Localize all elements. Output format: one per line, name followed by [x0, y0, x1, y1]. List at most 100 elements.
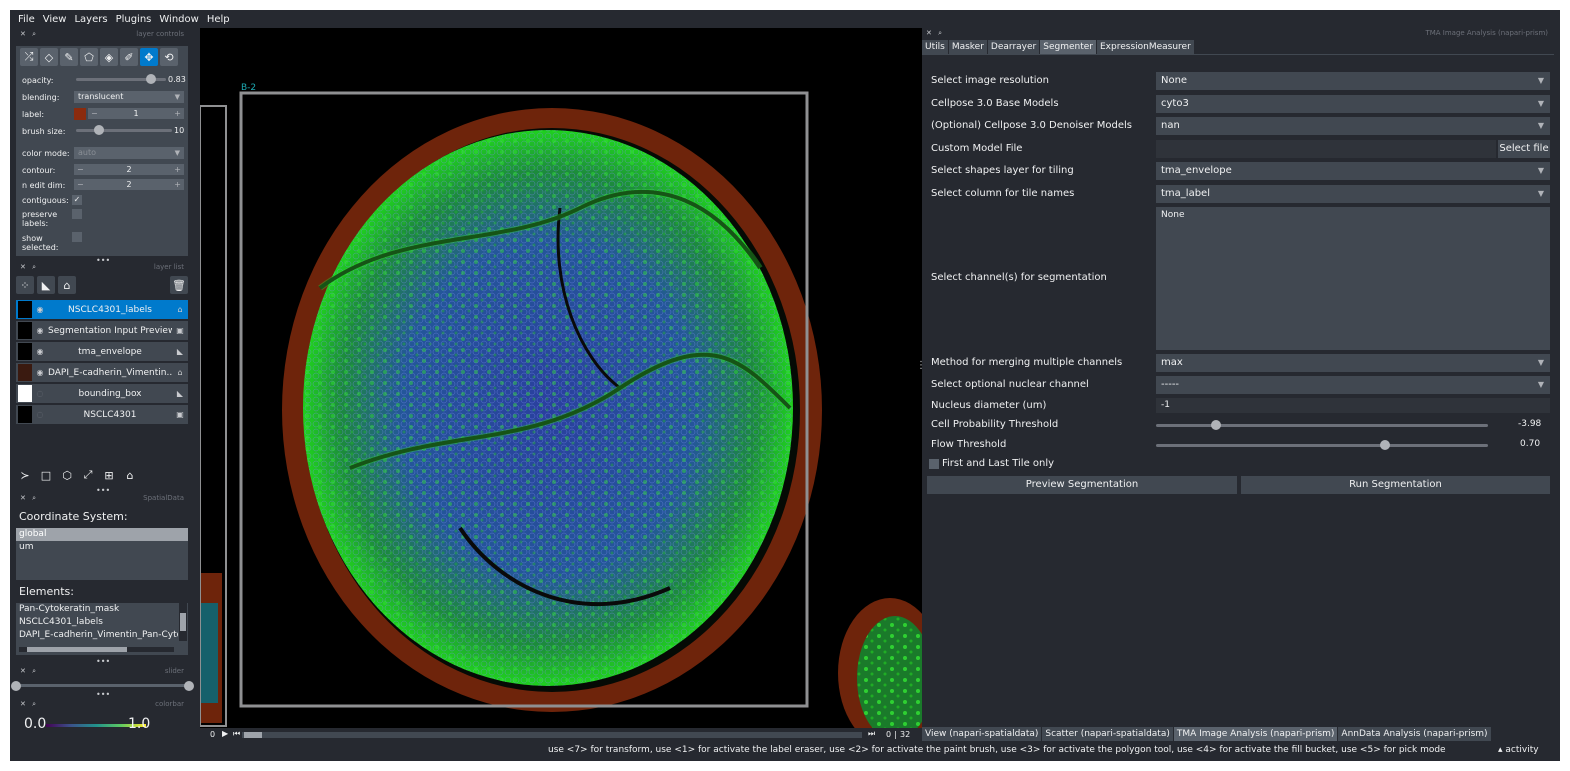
eye-icon[interactable]: ◉	[32, 305, 48, 314]
contour-spinbox[interactable]: − 2 +	[74, 164, 184, 175]
tab-masker[interactable]: Masker	[948, 40, 987, 54]
menu-help[interactable]: Help	[203, 14, 234, 25]
new-labels-icon[interactable]: ⌂	[58, 276, 76, 294]
h-scrollbar-thumb[interactable]	[27, 647, 127, 652]
delete-layer-icon[interactable]: 🗑	[170, 276, 188, 294]
roll-icon[interactable]: ⬡	[58, 466, 76, 484]
menu-layers[interactable]: Layers	[70, 14, 111, 25]
step-forward-icon[interactable]: ⏭	[868, 729, 875, 739]
eye-icon[interactable]: ◉	[32, 347, 48, 356]
play-icon[interactable]: ▶	[222, 729, 228, 738]
show-selected-checkbox[interactable]	[72, 232, 82, 242]
layer-item[interactable]: ◌ NSCLC4301 ▣	[16, 405, 188, 424]
menu-file[interactable]: File	[14, 14, 39, 25]
new-shapes-icon[interactable]: ◣	[37, 276, 55, 294]
new-points-icon[interactable]: ⁘	[16, 276, 34, 294]
tab-segmenter[interactable]: Segmenter	[1040, 40, 1096, 54]
menu-view[interactable]: View	[39, 14, 71, 25]
list-item[interactable]: global	[16, 528, 188, 541]
diameter-input[interactable]: -1	[1156, 398, 1550, 413]
polygon-icon[interactable]: ⬠	[80, 48, 98, 66]
shapes-layer-select[interactable]: tma_envelope ▼	[1156, 162, 1550, 180]
nuclear-select[interactable]: ----- ▼	[1156, 376, 1550, 394]
range-slider[interactable]	[16, 684, 188, 687]
plus-icon[interactable]: +	[174, 108, 181, 119]
custom-model-input[interactable]	[1156, 140, 1496, 158]
dims-slider-handle[interactable]	[244, 732, 262, 738]
flow-slider-handle[interactable]	[1380, 440, 1391, 450]
eye-off-icon[interactable]: ◌	[32, 410, 48, 419]
dock-float-icon[interactable]: ✕ ⌕	[20, 700, 38, 709]
dock-float-icon[interactable]: ✕ ⌕	[20, 667, 38, 676]
dock-float-icon[interactable]: ✕ ⌕	[20, 30, 38, 39]
range-slider-max-handle[interactable]	[184, 681, 194, 691]
cellprob-slider[interactable]	[1156, 424, 1488, 427]
list-item[interactable]: um	[16, 541, 188, 554]
dims-slider-track[interactable]	[242, 732, 862, 738]
tab-view-spatialdata[interactable]: View (napari-spatialdata)	[922, 727, 1042, 741]
tab-utils[interactable]: Utils	[922, 40, 948, 54]
picker-icon[interactable]: ✐	[120, 48, 138, 66]
dock-splitter-handle[interactable]: •••	[96, 690, 110, 699]
eye-off-icon[interactable]: ◌	[32, 389, 48, 398]
layer-item[interactable]: ◉ DAPI_E-cadherin_Vimentin... ⌂	[16, 363, 188, 382]
tab-tma-image-analysis[interactable]: TMA Image Analysis (napari-prism)	[1173, 727, 1338, 741]
color-mode-select[interactable]: auto ▼	[74, 147, 184, 159]
opacity-slider-handle[interactable]	[145, 74, 156, 84]
plus-icon[interactable]: +	[174, 164, 181, 175]
layer-item[interactable]: ◉ Segmentation Input Preview ▣	[16, 321, 188, 340]
dock-float-icon[interactable]: ✕ ⌕	[926, 29, 944, 38]
transpose-icon[interactable]: ⤢	[79, 466, 97, 484]
menu-plugins[interactable]: Plugins	[112, 14, 156, 25]
base-models-select[interactable]: cyto3 ▼	[1156, 95, 1550, 113]
dock-splitter-handle[interactable]: •••	[96, 657, 110, 666]
menu-window[interactable]: Window	[155, 14, 202, 25]
tab-scatter-spatialdata[interactable]: Scatter (napari-spatialdata)	[1042, 727, 1173, 741]
eye-icon[interactable]: ◉	[32, 368, 48, 377]
cellprob-slider-handle[interactable]	[1210, 420, 1221, 430]
first-last-checkbox[interactable]	[929, 459, 939, 469]
step-back-icon[interactable]: ⏮	[233, 729, 240, 739]
tab-expressionmeasurer[interactable]: ExpressionMeasurer	[1096, 40, 1194, 54]
dock-float-icon[interactable]: ✕ ⌕	[20, 494, 38, 503]
eraser-icon[interactable]: ◇	[40, 48, 58, 66]
brush-size-slider-handle[interactable]	[94, 125, 104, 135]
layer-item[interactable]: ◉ tma_envelope ◣	[16, 342, 188, 361]
tab-anndata-analysis[interactable]: AnnData Analysis (napari-prism)	[1338, 727, 1491, 741]
activity-toggle[interactable]: ▴ activity	[1498, 745, 1539, 755]
label-spinbox[interactable]: − 1 +	[88, 108, 184, 119]
blending-select[interactable]: translucent ▼	[74, 91, 184, 103]
channels-list[interactable]: None	[1156, 207, 1550, 350]
resolution-select[interactable]: None ▼	[1156, 72, 1550, 90]
denoiser-select[interactable]: nan ▼	[1156, 117, 1550, 135]
layer-item[interactable]: ◉ NSCLC4301_labels ⌂	[16, 300, 188, 319]
preserve-labels-checkbox[interactable]	[72, 209, 82, 219]
flow-slider[interactable]	[1156, 444, 1488, 447]
h-scrollbar[interactable]	[19, 647, 174, 652]
transform-icon[interactable]: ⟲	[160, 48, 178, 66]
list-item[interactable]: NSCLC4301_labels	[16, 616, 178, 629]
contiguous-checkbox[interactable]: ✓	[72, 195, 82, 205]
shuffle-icon[interactable]: ⤮	[20, 48, 38, 66]
viewer-canvas[interactable]: B-2	[200, 28, 922, 728]
fill-icon[interactable]: ◈	[100, 48, 118, 66]
run-segmentation-button[interactable]: Run Segmentation	[1241, 476, 1550, 494]
grid-icon[interactable]: ⊞	[100, 466, 118, 484]
select-file-button[interactable]: Select file	[1498, 140, 1550, 158]
move-icon[interactable]: ✥	[140, 48, 158, 66]
tab-dearrayer[interactable]: Dearrayer	[987, 40, 1040, 54]
plus-icon[interactable]: +	[174, 179, 181, 190]
scrollbar[interactable]	[179, 603, 187, 641]
eye-icon[interactable]: ◉	[32, 326, 48, 335]
dock-float-icon[interactable]: ✕ ⌕	[20, 263, 38, 272]
tile-column-select[interactable]: tma_label ▼	[1156, 185, 1550, 203]
list-item[interactable]: DAPI_E-cadherin_Vimentin_Pan-Cytoke	[16, 629, 178, 642]
list-item[interactable]: Pan-Cytokeratin_mask	[16, 603, 178, 616]
layer-item[interactable]: ◌ bounding_box ◣	[16, 384, 188, 403]
list-item[interactable]: None	[1161, 210, 1545, 220]
console-icon[interactable]: ≻	[16, 466, 34, 484]
scrollbar-thumb[interactable]	[180, 613, 186, 631]
label-color-swatch[interactable]	[74, 108, 86, 120]
brush-icon[interactable]: ✎	[60, 48, 78, 66]
preview-segmentation-button[interactable]: Preview Segmentation	[927, 476, 1237, 494]
